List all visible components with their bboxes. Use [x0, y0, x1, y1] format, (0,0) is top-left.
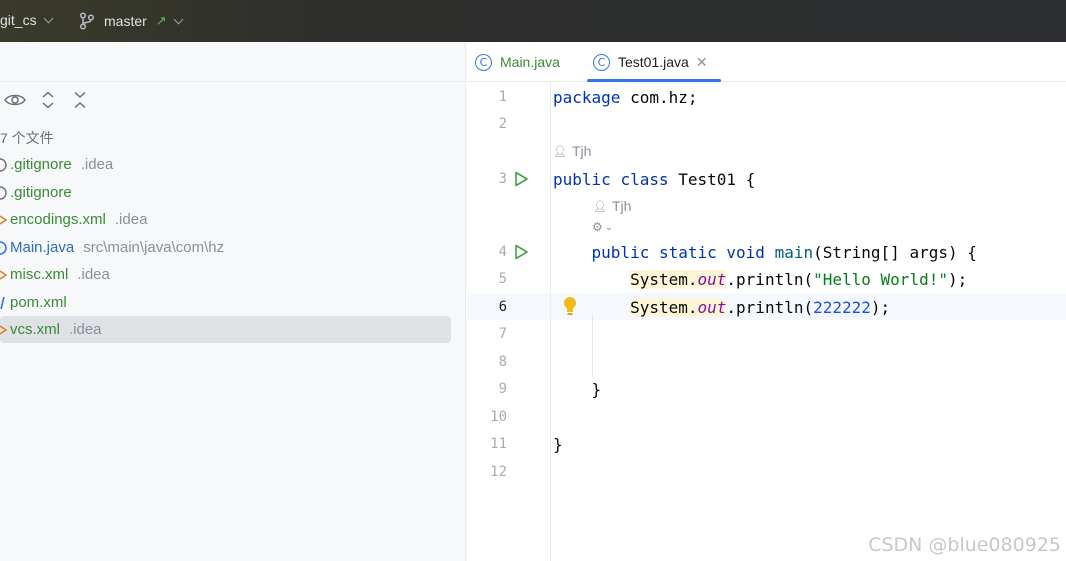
code-line: } [553, 435, 563, 454]
tab-main-java[interactable]: C Main.java [475, 42, 560, 82]
author-name: Tjh [611, 198, 632, 214]
close-icon[interactable]: ✕ [696, 54, 708, 71]
gutter-divider [550, 82, 551, 561]
indent-guide [592, 314, 593, 376]
chevron-down-icon [43, 13, 54, 23]
run-icon[interactable] [513, 171, 529, 187]
user-icon: 👤︎ [593, 200, 607, 213]
user-icon: 👤︎ [553, 145, 567, 158]
eye-icon[interactable] [4, 92, 26, 108]
file-row[interactable]: misc.xml .idea [0, 261, 451, 288]
file-row[interactable]: .gitignore .idea [0, 151, 451, 178]
tab-test01-java[interactable]: C Test01.java ✕ [593, 42, 708, 82]
author-hint[interactable]: 👤︎ Tjh [553, 143, 591, 159]
collapse-all-icon[interactable] [73, 91, 87, 109]
file-path: .idea [114, 211, 148, 228]
code-line: package com.hz; [553, 88, 698, 107]
chevron-down-icon: ⌄ [604, 221, 614, 233]
java-class-icon [0, 240, 9, 255]
tab-label: Test01.java [618, 54, 689, 70]
file-path: .idea [77, 266, 110, 283]
author-name: Tjh [571, 143, 592, 159]
line-number: 12 [490, 464, 507, 480]
line-number: 4 [498, 244, 507, 260]
outgoing-arrow-icon: ↗ [155, 13, 167, 28]
line-number: 5 [498, 271, 507, 287]
line-number: 7 [498, 326, 507, 342]
code-line: System.out.println(222222); [630, 298, 891, 317]
run-icon[interactable] [513, 244, 529, 260]
file-name: Main.java [10, 239, 75, 256]
editor-tabs: C Main.java C Test01.java ✕ [467, 42, 1066, 82]
code-line: } [591, 380, 602, 399]
file-row[interactable]: .gitignore [0, 179, 451, 206]
line-number: 11 [490, 436, 507, 452]
xml-icon [0, 268, 9, 282]
file-row[interactable]: Main.java src\main\java\com\hz [0, 234, 451, 261]
java-class-icon: C [475, 53, 492, 71]
code-line: public class Test01 { [553, 170, 756, 189]
line-number: 9 [498, 381, 507, 397]
file-path: .idea [69, 321, 102, 338]
maven-icon [0, 296, 9, 310]
java-class-icon: C [593, 53, 610, 71]
file-row-selected[interactable]: vcs.xml .idea [0, 316, 451, 343]
chevron-down-icon [173, 14, 184, 24]
line-number: 6 [498, 299, 507, 315]
xml-icon [0, 213, 9, 227]
file-row[interactable]: encodings.xml .idea [0, 206, 451, 233]
line-number: 3 [498, 171, 507, 187]
branch-name: master [104, 13, 147, 29]
settings-icon: ⚙︎ [592, 220, 603, 234]
file-icon [0, 185, 9, 200]
line-number: 2 [498, 116, 507, 132]
xml-icon [0, 323, 9, 337]
title-bar: git_cs master ↗ [0, 0, 1066, 42]
file-name: .gitignore [10, 184, 72, 201]
code-editor[interactable]: C Main.java C Test01.java ✕ 1 2 3 4 5 6 … [467, 42, 1066, 561]
line-number: 8 [498, 354, 507, 370]
expand-all-icon[interactable] [41, 91, 55, 109]
file-name: pom.xml [10, 294, 67, 311]
file-name: vcs.xml [10, 321, 60, 338]
line-number: 1 [498, 89, 507, 105]
project-name: git_cs [0, 12, 37, 28]
watermark: CSDN @blue080925 [868, 534, 1061, 556]
file-path: .idea [80, 156, 114, 173]
active-tab-indicator [587, 79, 721, 82]
file-icon [0, 157, 9, 172]
line-number: 10 [490, 409, 507, 425]
tab-label: Main.java [500, 54, 560, 70]
files-count-label: 7 个文件 [0, 130, 54, 146]
file-name: misc.xml [10, 266, 69, 283]
author-hint[interactable]: 👤︎ Tjh [593, 198, 631, 214]
branch-selector[interactable]: master ↗ [79, 12, 184, 30]
project-selector[interactable]: git_cs [0, 12, 54, 28]
file-row[interactable]: pom.xml [0, 289, 451, 316]
code-vision-menu[interactable]: ⚙︎ ⌄ [592, 220, 613, 234]
code-line: System.out.println("Hello World!"); [630, 270, 968, 289]
file-path: src\main\java\com\hz [83, 239, 225, 256]
code-line: public static void main(String[] args) { [591, 243, 977, 262]
changes-toolbar [0, 42, 466, 82]
file-name: .gitignore [10, 156, 72, 173]
git-branch-icon [79, 12, 95, 30]
file-name: encodings.xml [10, 211, 106, 228]
